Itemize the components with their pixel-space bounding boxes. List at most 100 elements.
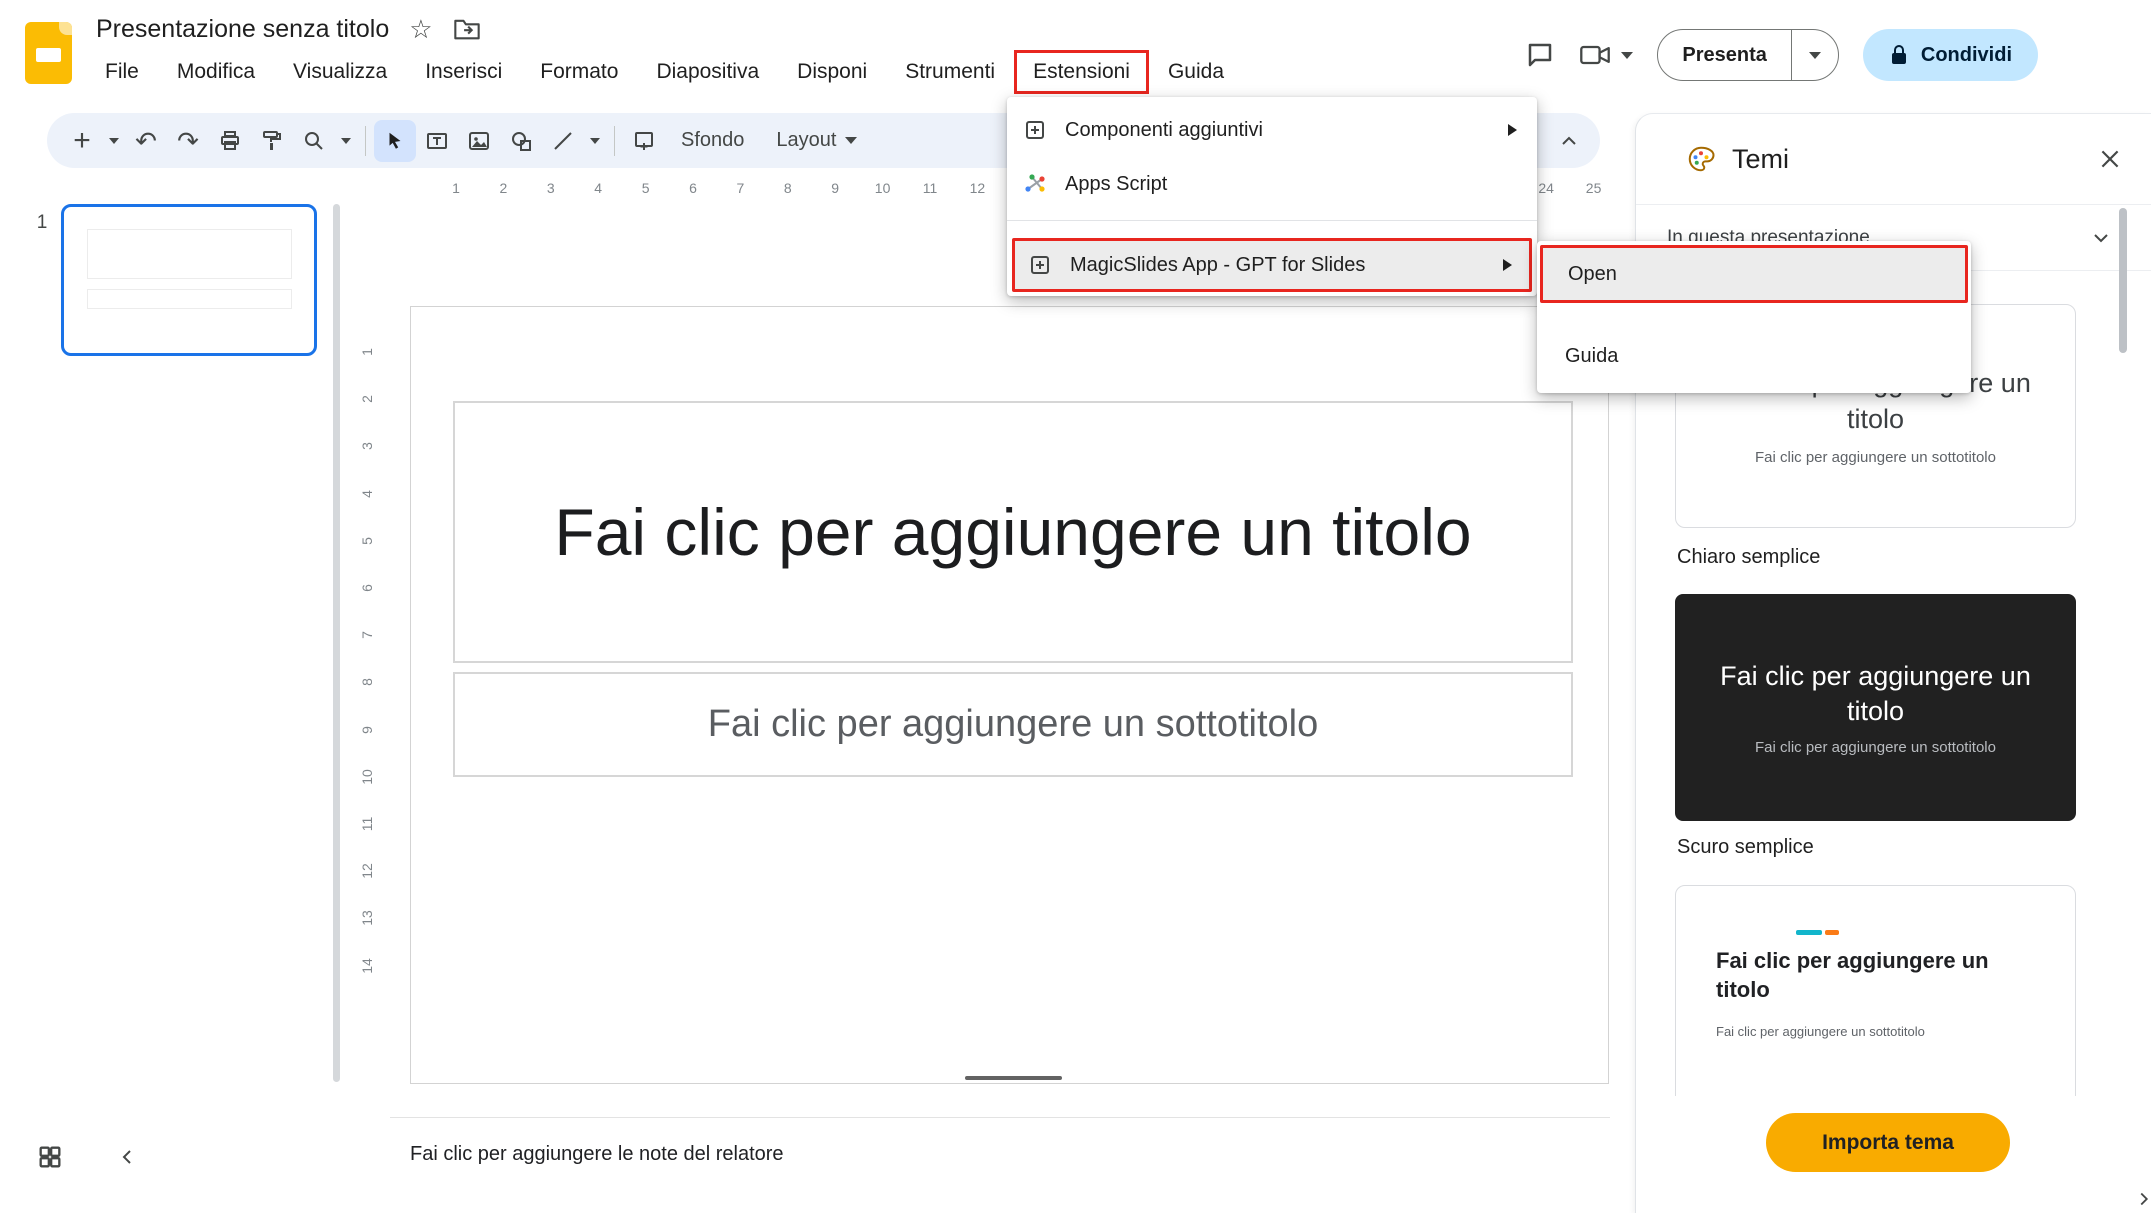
import-theme-button[interactable]: Importa tema [1766,1113,2010,1172]
grid-view-button[interactable] [36,1143,64,1171]
theme-card-subtitle: Fai clic per aggiungere un sottotitolo [1755,739,1996,756]
add-ons-icon [1023,118,1047,142]
submenu-arrow-icon [1503,259,1512,271]
panel-scrollbar[interactable] [2119,208,2127,353]
grid-view-icon [36,1143,64,1171]
v-ruler-number: 14 [359,958,375,974]
menu-visualizza[interactable]: Visualizza [274,50,406,94]
h-ruler-number: 3 [547,180,555,196]
document-title[interactable]: Presentazione senza titolo [96,15,389,44]
speaker-notes[interactable]: Fai clic per aggiungere le note del rela… [410,1132,1600,1176]
placeholder-icon [632,129,656,153]
menu-item-label: Apps Script [1065,173,1167,196]
google-slides-app: Presentazione senza titolo ☆ File Modifi… [0,0,2151,1213]
menu-estensioni[interactable]: Estensioni [1014,50,1149,94]
text-box-button[interactable] [416,120,458,162]
collapse-filmstrip-button[interactable] [116,1145,140,1169]
theme-card-dark[interactable]: Fai clic per aggiungere un titolo Fai cl… [1675,594,2076,821]
menu-separator [1007,220,1537,221]
background-button[interactable]: Sfondo [665,120,760,161]
thumbnail-title-box [87,229,292,279]
menu-strumenti[interactable]: Strumenti [886,50,1014,94]
slide-number: 1 [30,212,54,234]
v-ruler-number: 4 [359,490,375,498]
menu-item-add-ons[interactable]: Componenti aggiuntivi [1007,103,1537,157]
new-slide-caret[interactable] [103,120,125,162]
zoom-button[interactable] [293,120,335,162]
layout-button[interactable]: Layout [760,120,873,161]
insert-shape-button[interactable] [500,120,542,162]
topbar: Presentazione senza titolo ☆ File Modifi… [0,0,2151,110]
insert-line-caret[interactable] [584,120,606,162]
star-icon[interactable]: ☆ [409,16,432,42]
chevron-down-icon [590,138,600,144]
submenu-item-open[interactable]: Open [1540,245,1968,303]
expand-sidebar-chevron[interactable] [2133,1188,2151,1210]
cursor-icon [384,130,406,152]
present-button[interactable]: Presenta [1658,30,1791,80]
h-ruler-number: 25 [1586,180,1602,196]
hide-menus-button[interactable] [1548,120,1590,162]
chevron-down-icon [1809,52,1821,59]
zoom-icon [302,129,326,153]
videocam-caret-icon [1621,52,1633,59]
theme-card-title: Fai clic per aggiungere un titolo [1703,659,2048,729]
move-folder-icon[interactable] [453,17,481,41]
v-ruler-number: 7 [359,631,375,639]
notes-resize-handle[interactable] [965,1076,1062,1080]
zoom-caret[interactable] [335,120,357,162]
new-slide-button[interactable]: + [61,120,103,162]
menu-item-label: Componenti aggiuntivi [1065,119,1263,142]
submenu-item-label: Guida [1565,345,1618,368]
join-call-button[interactable] [1579,43,1633,67]
insert-image-button[interactable] [458,120,500,162]
plus-icon: + [73,126,91,156]
toolbar-separator [614,126,615,156]
present-button-group: Presenta [1657,29,1839,81]
line-icon [551,129,575,153]
paint-format-button[interactable] [251,120,293,162]
title-placeholder[interactable]: Fai clic per aggiungere un titolo [453,401,1573,663]
menu-disponi[interactable]: Disponi [778,50,886,94]
chevron-down-icon [2089,226,2113,250]
menu-file[interactable]: File [86,50,158,94]
slide-canvas[interactable]: Fai clic per aggiungere un titolo Fai cl… [410,306,1609,1084]
redo-button[interactable]: ↷ [167,120,209,162]
h-ruler-number: 7 [736,180,744,196]
comments-button[interactable] [1525,40,1555,70]
present-options-caret[interactable] [1792,30,1838,80]
lock-icon [1889,44,1909,66]
v-ruler-number: 6 [359,584,375,592]
h-ruler-number: 5 [642,180,650,196]
menu-diapositiva[interactable]: Diapositiva [637,50,778,94]
filmstrip-scrollbar[interactable] [333,204,340,1082]
image-icon [467,129,491,153]
submenu-gap [1537,303,1971,329]
title-block: Presentazione senza titolo ☆ File Modifi… [86,12,1243,94]
menu-item-apps-script[interactable]: Apps Script [1007,157,1537,211]
close-panel-button[interactable] [2097,146,2123,172]
select-tool-button[interactable] [374,120,416,162]
menu-item-magicslides[interactable]: MagicSlides App - GPT for Slides [1012,238,1532,292]
insert-placeholder-button[interactable] [623,120,665,162]
theme-card-subtitle: Fai clic per aggiungere un sottotitolo [1716,1024,2075,1039]
menu-guida[interactable]: Guida [1149,50,1243,94]
menu-formato[interactable]: Formato [521,50,637,94]
subtitle-placeholder[interactable]: Fai clic per aggiungere un sottotitolo [453,672,1573,777]
chevron-up-icon [1557,129,1581,153]
submenu-item-guida[interactable]: Guida [1537,329,1971,383]
menu-modifica[interactable]: Modifica [158,50,274,94]
share-label: Condividi [1921,44,2012,67]
print-button[interactable] [209,120,251,162]
share-button[interactable]: Condividi [1863,29,2038,81]
insert-line-button[interactable] [542,120,584,162]
slides-logo-icon[interactable] [25,22,72,84]
theme-card-subtitle: Fai clic per aggiungere un sottotitolo [1755,449,1996,466]
slide-thumbnail[interactable] [61,204,317,356]
h-ruler-number: 8 [784,180,792,196]
theme-card-title: Fai clic per aggiungere un titolo [1716,947,2016,1004]
close-icon [2097,146,2123,172]
v-ruler-number: 3 [359,442,375,450]
undo-button[interactable]: ↶ [125,120,167,162]
menu-inserisci[interactable]: Inserisci [406,50,521,94]
